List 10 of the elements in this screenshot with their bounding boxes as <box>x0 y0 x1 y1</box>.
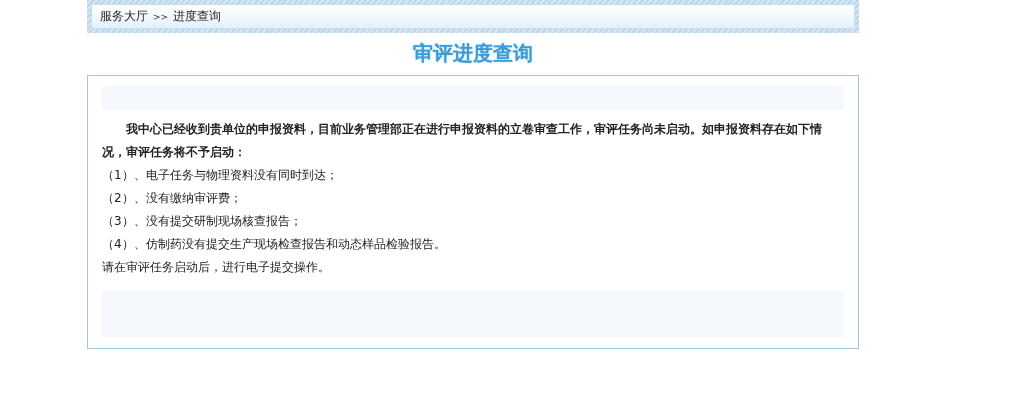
closing-text: 请在审评任务启动后，进行电子提交操作。 <box>102 259 331 276</box>
page-title: 审评进度查询 <box>412 41 534 65</box>
notice-paragraph: 我中心已经收到贵单位的申报资料，目前业务管理部正在进行申报资料的立卷审查工作，审评任务尚未启动。如申报资料存在如下情况，审评任务将不予启动： <box>102 121 823 161</box>
breadcrumb-link[interactable]: 服务大厅 <box>100 8 148 25</box>
condition-item: （1）、电子任务与物理资料没有同时到达； <box>102 167 339 184</box>
breadcrumb-current: 进度查询 <box>173 8 222 25</box>
breadcrumb-separator: >> <box>153 11 169 22</box>
condition-item: （4）、仿制药没有提交生产现场检查报告和动态样品检验报告。 <box>102 236 447 253</box>
condition-item: （3）、没有提交研制现场核查报告； <box>102 213 303 230</box>
condition-item: （2）、没有缴纳审评费； <box>102 190 243 207</box>
